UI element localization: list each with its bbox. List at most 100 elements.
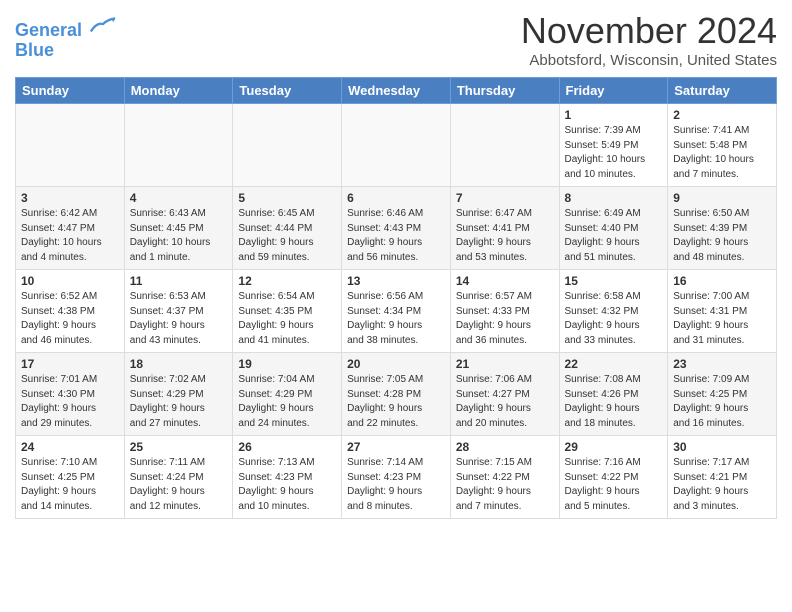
calendar-week-row: 10 Sunrise: 6:52 AMSunset: 4:38 PMDayligh… [16, 270, 777, 353]
day-info: Sunrise: 7:13 AMSunset: 4:23 PMDaylight:… [238, 456, 336, 514]
logo-line2: Blue [15, 40, 54, 60]
calendar-cell: 13Sunrise: 6:56 AMSunset: 4:34 PMDayligh… [342, 270, 451, 353]
day-number: 18 [130, 357, 228, 371]
day-info: Sunrise: 7:02 AMSunset: 4:29 PMDaylight:… [130, 373, 228, 431]
day-number: 28 [456, 440, 554, 454]
calendar-cell: 6 Sunrise: 6:46 AMSunset: 4:43 PMDaylight… [342, 187, 451, 270]
calendar-week-row: 17 Sunrise: 7:01 AMSunset: 4:30 PMDayligh… [16, 353, 777, 436]
calendar-cell: 19Sunrise: 7:04 AMSunset: 4:29 PMDayligh… [233, 353, 342, 436]
logo-text: General Blue [15, 14, 117, 61]
day-info: Sunrise: 6:58 AMSunset: 4:32 PMDaylight:… [565, 290, 663, 348]
calendar-cell: 12Sunrise: 6:54 AMSunset: 4:35 PMDayligh… [233, 270, 342, 353]
day-info: Sunrise: 7:39 AMSunset: 5:49 PMDaylight:… [565, 124, 663, 182]
calendar-cell: 15 Sunrise: 6:58 AMSunset: 4:32 PMDayligh… [559, 270, 668, 353]
day-number: 15 [565, 274, 663, 288]
day-info: Sunrise: 7:15 AMSunset: 4:22 PMDaylight:… [456, 456, 554, 514]
day-number: 2 [673, 108, 771, 122]
day-number: 3 [21, 191, 119, 205]
day-info: Sunrise: 6:42 AMSunset: 4:47 PMDaylight:… [21, 207, 119, 265]
day-info: Sunrise: 6:45 AMSunset: 4:44 PMDaylight:… [238, 207, 336, 265]
calendar-cell: 1 Sunrise: 7:39 AMSunset: 5:49 PMDaylight… [559, 104, 668, 187]
day-number: 10 [21, 274, 119, 288]
calendar-cell: 14 Sunrise: 6:57 AMSunset: 4:33 PMDayligh… [450, 270, 559, 353]
location-subtitle: Abbotsford, Wisconsin, United States [521, 52, 777, 69]
logo-line1: General [15, 20, 82, 40]
calendar-cell [233, 104, 342, 187]
day-number: 8 [565, 191, 663, 205]
day-number: 17 [21, 357, 119, 371]
day-number: 4 [130, 191, 228, 205]
title-block: November 2024 Abbotsford, Wisconsin, Uni… [521, 10, 777, 69]
day-info: Sunrise: 7:01 AMSunset: 4:30 PMDaylight:… [21, 373, 119, 431]
day-info: Sunrise: 7:10 AMSunset: 4:25 PMDaylight:… [21, 456, 119, 514]
logo-bird-icon [89, 14, 117, 36]
weekday-header-thursday: Thursday [450, 78, 559, 104]
day-info: Sunrise: 6:43 AMSunset: 4:45 PMDaylight:… [130, 207, 228, 265]
page-header: General Blue November 2024 Abbotsford, W… [15, 10, 777, 69]
weekday-header-row: SundayMondayTuesdayWednesdayThursdayFrid… [16, 78, 777, 104]
day-number: 19 [238, 357, 336, 371]
calendar-cell: 16 Sunrise: 7:00 AMSunset: 4:31 PMDayligh… [668, 270, 777, 353]
calendar-cell [16, 104, 125, 187]
calendar-table: SundayMondayTuesdayWednesdayThursdayFrid… [15, 77, 777, 519]
weekday-header-monday: Monday [124, 78, 233, 104]
day-info: Sunrise: 7:41 AMSunset: 5:48 PMDaylight:… [673, 124, 771, 182]
day-info: Sunrise: 7:08 AMSunset: 4:26 PMDaylight:… [565, 373, 663, 431]
calendar-cell: 27Sunrise: 7:14 AMSunset: 4:23 PMDayligh… [342, 436, 451, 519]
day-number: 20 [347, 357, 445, 371]
calendar-cell: 23Sunrise: 7:09 AMSunset: 4:25 PMDayligh… [668, 353, 777, 436]
calendar-cell: 3 Sunrise: 6:42 AMSunset: 4:47 PMDaylight… [16, 187, 125, 270]
calendar-cell: 7 Sunrise: 6:47 AMSunset: 4:41 PMDaylight… [450, 187, 559, 270]
day-number: 9 [673, 191, 771, 205]
weekday-header-sunday: Sunday [16, 78, 125, 104]
day-number: 26 [238, 440, 336, 454]
day-number: 7 [456, 191, 554, 205]
day-info: Sunrise: 6:46 AMSunset: 4:43 PMDaylight:… [347, 207, 445, 265]
day-number: 14 [456, 274, 554, 288]
calendar-cell: 4 Sunrise: 6:43 AMSunset: 4:45 PMDaylight… [124, 187, 233, 270]
day-number: 22 [565, 357, 663, 371]
calendar-cell: 30Sunrise: 7:17 AMSunset: 4:21 PMDayligh… [668, 436, 777, 519]
day-info: Sunrise: 7:16 AMSunset: 4:22 PMDaylight:… [565, 456, 663, 514]
day-info: Sunrise: 6:57 AMSunset: 4:33 PMDaylight:… [456, 290, 554, 348]
day-number: 6 [347, 191, 445, 205]
day-number: 21 [456, 357, 554, 371]
weekday-header-saturday: Saturday [668, 78, 777, 104]
calendar-cell: 2 Sunrise: 7:41 AMSunset: 5:48 PMDaylight… [668, 104, 777, 187]
calendar-cell: 18 Sunrise: 7:02 AMSunset: 4:29 PMDayligh… [124, 353, 233, 436]
calendar-cell [450, 104, 559, 187]
day-number: 24 [21, 440, 119, 454]
calendar-cell: 28 Sunrise: 7:15 AMSunset: 4:22 PMDayligh… [450, 436, 559, 519]
day-number: 1 [565, 108, 663, 122]
calendar-cell: 5Sunrise: 6:45 AMSunset: 4:44 PMDaylight… [233, 187, 342, 270]
month-title: November 2024 [521, 10, 777, 52]
calendar-cell [342, 104, 451, 187]
day-info: Sunrise: 7:17 AMSunset: 4:21 PMDaylight:… [673, 456, 771, 514]
calendar-cell: 22 Sunrise: 7:08 AMSunset: 4:26 PMDayligh… [559, 353, 668, 436]
calendar-cell: 21 Sunrise: 7:06 AMSunset: 4:27 PMDayligh… [450, 353, 559, 436]
calendar-cell [124, 104, 233, 187]
day-info: Sunrise: 7:06 AMSunset: 4:27 PMDaylight:… [456, 373, 554, 431]
day-number: 29 [565, 440, 663, 454]
day-info: Sunrise: 7:05 AMSunset: 4:28 PMDaylight:… [347, 373, 445, 431]
weekday-header-tuesday: Tuesday [233, 78, 342, 104]
day-info: Sunrise: 6:49 AMSunset: 4:40 PMDaylight:… [565, 207, 663, 265]
day-info: Sunrise: 7:09 AMSunset: 4:25 PMDaylight:… [673, 373, 771, 431]
calendar-week-row: 3 Sunrise: 6:42 AMSunset: 4:47 PMDaylight… [16, 187, 777, 270]
day-number: 27 [347, 440, 445, 454]
day-info: Sunrise: 7:11 AMSunset: 4:24 PMDaylight:… [130, 456, 228, 514]
day-info: Sunrise: 7:00 AMSunset: 4:31 PMDaylight:… [673, 290, 771, 348]
day-info: Sunrise: 6:53 AMSunset: 4:37 PMDaylight:… [130, 290, 228, 348]
day-info: Sunrise: 6:50 AMSunset: 4:39 PMDaylight:… [673, 207, 771, 265]
day-info: Sunrise: 6:52 AMSunset: 4:38 PMDaylight:… [21, 290, 119, 348]
day-number: 25 [130, 440, 228, 454]
day-info: Sunrise: 6:47 AMSunset: 4:41 PMDaylight:… [456, 207, 554, 265]
day-number: 16 [673, 274, 771, 288]
day-number: 13 [347, 274, 445, 288]
calendar-cell: 24 Sunrise: 7:10 AMSunset: 4:25 PMDayligh… [16, 436, 125, 519]
weekday-header-wednesday: Wednesday [342, 78, 451, 104]
calendar-cell: 8 Sunrise: 6:49 AMSunset: 4:40 PMDaylight… [559, 187, 668, 270]
calendar-cell: 10 Sunrise: 6:52 AMSunset: 4:38 PMDayligh… [16, 270, 125, 353]
logo: General Blue [15, 14, 117, 61]
calendar-week-row: 1 Sunrise: 7:39 AMSunset: 5:49 PMDaylight… [16, 104, 777, 187]
